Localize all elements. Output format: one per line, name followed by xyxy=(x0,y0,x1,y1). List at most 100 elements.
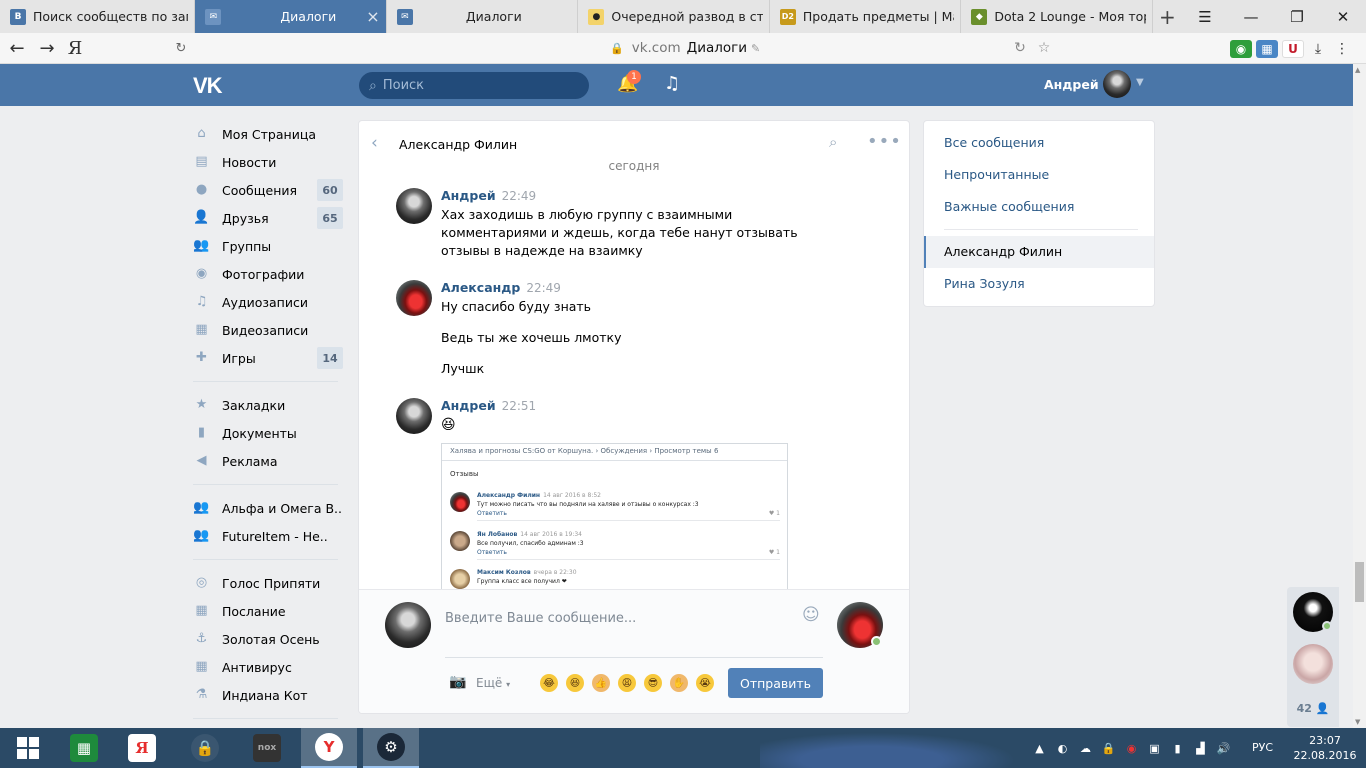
extension-green-icon[interactable]: ◉ xyxy=(1230,39,1252,58)
filter-all-messages[interactable]: Все сообщения xyxy=(944,135,1044,150)
refresh-icon[interactable]: ↻ xyxy=(1008,40,1032,56)
dialog-item-active[interactable]: Александр Филин xyxy=(944,244,1062,259)
avatar[interactable] xyxy=(385,602,431,648)
avatar[interactable] xyxy=(1103,70,1131,98)
avatar[interactable] xyxy=(396,398,432,434)
search-icon[interactable]: ⌕ xyxy=(829,133,837,151)
restore-icon[interactable]: ❐ xyxy=(1274,8,1320,26)
laughing-emoji[interactable]: 😂 xyxy=(540,674,558,692)
sidebar-item[interactable]: ◀ Реклама xyxy=(191,447,346,475)
smile-icon[interactable]: ☺ xyxy=(802,605,820,625)
online-friends-count[interactable]: 42 👤 xyxy=(1287,702,1339,715)
extension-u-icon[interactable]: U xyxy=(1282,39,1304,58)
sidebar-item[interactable]: 👥 Альфа и Омега В.. xyxy=(191,494,346,522)
hand-emoji[interactable]: ✋ xyxy=(670,674,688,692)
more-attachments-button[interactable]: Ещё ▾ xyxy=(476,676,510,690)
sidebar-item[interactable]: ▦ Видеозаписи xyxy=(191,316,346,344)
close-window-icon[interactable]: ✕ xyxy=(1320,8,1366,26)
page-scrollbar[interactable]: ▲ ▼ xyxy=(1353,64,1366,728)
sidebar-item[interactable]: ◎ Голос Припяти xyxy=(191,569,346,597)
language-indicator[interactable]: РУС xyxy=(1252,741,1273,754)
tray-up-icon[interactable]: ▲ xyxy=(1028,742,1051,755)
menu-icon[interactable]: ☰ xyxy=(1182,8,1228,26)
more-dots-icon[interactable]: ••• xyxy=(867,131,902,152)
message-author[interactable]: Андрей 22:51 xyxy=(441,398,536,413)
browser-tab[interactable]: ● Очередной развод в стим xyxy=(578,0,770,33)
author-name[interactable]: Андрей xyxy=(441,398,496,413)
sidebar-item[interactable]: ◉ Фотографии xyxy=(191,260,346,288)
taskbar-yandex-browser[interactable]: Y xyxy=(301,728,357,768)
sunglasses-emoji[interactable]: 😎 xyxy=(644,674,662,692)
bookmark-star-icon[interactable]: ☆ xyxy=(1032,40,1056,56)
back-arrow-icon[interactable]: ‹ xyxy=(371,133,378,153)
attached-image[interactable]: Халява и прогнозы CS:GO от Коршуна. › Об… xyxy=(441,443,788,591)
sidebar-item[interactable]: ▤ Новости xyxy=(191,148,346,176)
taskbar-yandex[interactable]: Я xyxy=(114,728,170,768)
crying-emoji[interactable]: 😭 xyxy=(696,674,714,692)
message-input[interactable] xyxy=(445,608,795,628)
sidebar-item[interactable]: ⚓ Золотая Осень xyxy=(191,625,346,653)
avatar[interactable] xyxy=(396,280,432,316)
minimize-icon[interactable]: — xyxy=(1228,8,1274,26)
close-tab-icon[interactable]: × xyxy=(366,7,380,26)
sidebar-item[interactable]: ★ Закладки xyxy=(191,391,346,419)
scrollbar-thumb[interactable] xyxy=(1355,562,1364,602)
taskbar-lock-app[interactable]: 🔒 xyxy=(177,728,233,768)
profile-name[interactable]: Андрей xyxy=(1044,77,1099,92)
music-icon[interactable]: ♫ xyxy=(664,73,680,94)
tray-volume-icon[interactable]: 🔊 xyxy=(1212,742,1235,755)
tray-battery-icon[interactable]: ▮ xyxy=(1166,742,1189,755)
extension-blue-icon[interactable]: ▦ xyxy=(1256,39,1278,58)
message-time[interactable]: 22:49 xyxy=(526,281,561,295)
tray-lock-icon[interactable]: 🔒 xyxy=(1097,742,1120,755)
tray-swirl-icon[interactable]: ◐ xyxy=(1051,742,1074,755)
avatar[interactable] xyxy=(396,188,432,224)
sidebar-item[interactable]: 👤 Друзья 65 xyxy=(191,204,346,232)
friends-count-value[interactable]: 42 xyxy=(1297,702,1312,715)
taskbar-store[interactable]: ▦ xyxy=(56,728,112,768)
grin-emoji[interactable]: 😆 xyxy=(566,674,584,692)
scroll-up-icon[interactable]: ▲ xyxy=(1355,66,1360,74)
browser-tab[interactable]: ◆ Dota 2 Lounge - Моя торго xyxy=(961,0,1153,33)
chat-title[interactable]: Александр Филин xyxy=(399,137,517,152)
dialog-item[interactable]: Рина Зозуля xyxy=(944,276,1025,291)
filter-unread[interactable]: Непрочитанные xyxy=(944,167,1049,182)
avatar[interactable] xyxy=(1293,644,1333,684)
taskbar-nox[interactable]: nox xyxy=(239,728,295,768)
filter-important[interactable]: Важные сообщения xyxy=(944,199,1074,214)
author-name[interactable]: Александр xyxy=(441,280,520,295)
back-icon[interactable]: ← xyxy=(2,38,32,59)
sidebar-item[interactable]: ▦ Послание xyxy=(191,597,346,625)
camera-icon[interactable]: 📷 xyxy=(449,674,466,690)
sidebar-item[interactable]: 👥 Группы xyxy=(191,232,346,260)
new-tab-button[interactable]: + xyxy=(1153,0,1182,33)
browser-tab-active[interactable]: ✉ Диалоги × xyxy=(195,0,387,33)
forward-icon[interactable]: → xyxy=(32,38,62,59)
search-input[interactable] xyxy=(382,78,573,93)
tray-opera-icon[interactable]: ◉ xyxy=(1120,742,1143,755)
send-button[interactable]: Отправить xyxy=(728,668,823,698)
angry-emoji[interactable]: 😩 xyxy=(618,674,636,692)
chevron-down-icon[interactable]: ▼ xyxy=(1136,77,1144,88)
sidebar-item[interactable]: ⌂ Моя Страница xyxy=(191,120,346,148)
download-icon[interactable]: ⤓ xyxy=(1306,41,1330,57)
tray-network-icon[interactable]: ▣ xyxy=(1143,742,1166,755)
tray-cloud-icon[interactable]: ☁ xyxy=(1074,742,1097,755)
message-time[interactable]: 22:49 xyxy=(502,189,537,203)
yandex-logo-icon[interactable]: Я xyxy=(62,38,88,59)
sidebar-item[interactable]: ✚ Игры 14 xyxy=(191,344,346,372)
sidebar-item[interactable]: ⚗ Индиана Кот xyxy=(191,681,346,709)
reload-icon[interactable]: ↻ xyxy=(170,41,192,56)
clock[interactable]: 23:07 22.08.2016 xyxy=(1293,733,1357,763)
sidebar-item[interactable]: 👥 FutureItem - Не.. xyxy=(191,522,346,550)
sidebar-item[interactable]: ▦ Антивирус xyxy=(191,653,346,681)
sidebar-item[interactable]: ● Сообщения 60 xyxy=(191,176,346,204)
thumbs-up-emoji[interactable]: 👍 xyxy=(592,674,610,692)
tray-signal-icon[interactable]: ▟ xyxy=(1189,742,1212,755)
taskbar-steam[interactable]: ⚙ xyxy=(363,728,419,768)
browser-tab[interactable]: D2 Продать предметы | Магаз xyxy=(770,0,962,33)
start-button[interactable] xyxy=(0,728,56,768)
author-name[interactable]: Андрей xyxy=(441,188,496,203)
vk-logo-icon[interactable]: VK xyxy=(193,73,227,98)
scroll-down-icon[interactable]: ▼ xyxy=(1355,718,1360,726)
